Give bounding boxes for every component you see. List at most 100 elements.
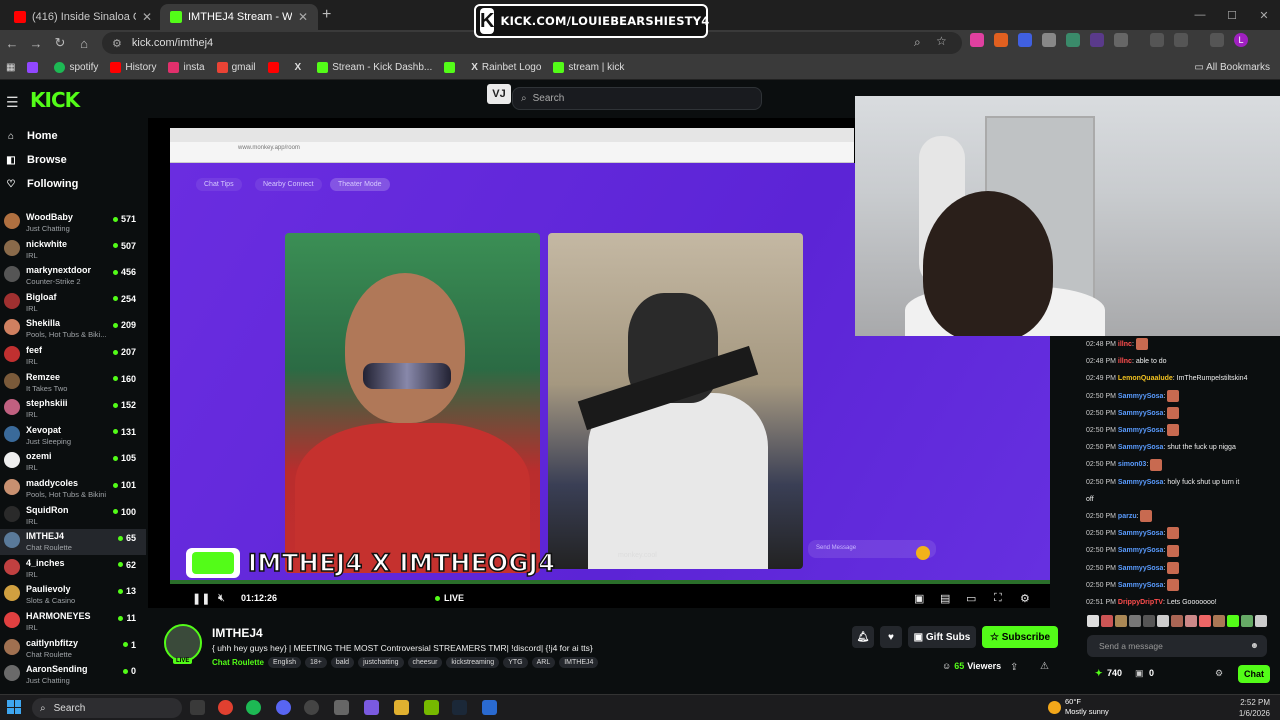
kick-logo[interactable]: KICK [30, 88, 80, 112]
chat-username[interactable]: SammyySosa [1118, 479, 1164, 486]
theater-icon[interactable]: ▭ [966, 592, 976, 605]
bookmark-x[interactable]: X [289, 62, 312, 73]
close-tab-icon[interactable]: ✕ [142, 10, 152, 24]
extension-icon[interactable] [1066, 33, 1080, 47]
sidebar-channel[interactable]: AaronSending Just Chatting 0 [0, 662, 146, 688]
stream-tag[interactable]: bald [330, 657, 355, 668]
bookmark-star-icon[interactable]: ☆ [936, 34, 947, 48]
close-tab-icon[interactable]: ✕ [298, 10, 308, 24]
reload-icon[interactable]: ↻ [48, 35, 72, 51]
taskbar-search[interactable]: ⌕ Search [32, 698, 182, 718]
bookmark-rainbet[interactable]: X Rainbet Logo [465, 62, 547, 73]
new-tab-button[interactable]: + [322, 6, 331, 24]
chat-username[interactable]: SammyySosa [1118, 582, 1164, 589]
bookmark-stream-kick[interactable]: stream | kick [547, 62, 630, 73]
stream-tag[interactable]: ARL [531, 657, 556, 668]
windows-start-icon[interactable] [7, 700, 21, 714]
sidebar-channel[interactable]: Paulievoly Slots & Casino 13 [0, 582, 146, 608]
chat-username[interactable]: SammyySosa [1118, 547, 1164, 554]
notification-bell-icon[interactable]: 🔔︎ [852, 626, 874, 648]
chat-username[interactable]: parzu [1118, 513, 1137, 520]
all-bookmarks-button[interactable]: ▭ All Bookmarks [1194, 62, 1270, 73]
chat-username[interactable]: DrippyDripTV [1118, 599, 1163, 606]
search-input[interactable]: ⌕ Search [512, 87, 762, 110]
bookmark-history[interactable]: History [104, 62, 162, 73]
sidebar-channel[interactable]: nickwhite IRL 507 [0, 237, 146, 263]
maximize-icon[interactable]: ☐ [1216, 0, 1248, 30]
emoji-icon[interactable]: ☻ [1250, 640, 1259, 650]
bookmark-youtube[interactable] [262, 62, 289, 73]
chat-username[interactable]: SammyySosa [1118, 530, 1164, 537]
subscribe-button[interactable]: ☆ Subscribe [982, 626, 1058, 648]
stream-category[interactable]: Chat Roulette [212, 658, 264, 667]
chat-username[interactable]: LemonQuaalude [1118, 375, 1173, 382]
send-chat-button[interactable]: Chat [1238, 665, 1270, 683]
chat-username[interactable]: SammyySosa [1118, 393, 1164, 400]
sidebar-channel[interactable]: caitlynbfitzy Chat Roulette 1 [0, 636, 146, 662]
progress-bar[interactable] [170, 580, 1050, 584]
tab-kick-stream[interactable]: IMTHEJ4 Stream - Watch Live o ✕ [160, 4, 318, 30]
extension-icon[interactable] [1090, 33, 1104, 47]
streamer-avatar[interactable] [164, 624, 202, 662]
sidebar-channel[interactable]: stephskiii IRL 152 [0, 396, 146, 422]
obs-icon[interactable] [304, 700, 319, 715]
clip-icon[interactable]: ▤ [940, 592, 950, 605]
bookmark-kick-dashboard[interactable]: Stream - Kick Dashb... [311, 62, 438, 73]
forward-icon[interactable]: → [24, 36, 48, 51]
follow-heart-icon[interactable]: ♥ [880, 626, 902, 648]
bookmark-kick[interactable] [438, 62, 465, 73]
stream-tag[interactable]: YTG [503, 657, 528, 668]
bookmark-item[interactable] [21, 62, 48, 73]
sidebar-item-following[interactable]: ♡ Following [5, 178, 79, 190]
close-window-icon[interactable]: ✕ [1248, 0, 1280, 30]
zoom-icon[interactable]: ⌕ [914, 35, 921, 50]
chrome-icon[interactable] [218, 700, 233, 715]
site-info-icon[interactable]: ⚙ [112, 37, 122, 50]
apps-icon[interactable]: ▦ [0, 62, 21, 73]
extension-icon[interactable] [994, 33, 1008, 47]
discord-icon[interactable] [276, 700, 291, 715]
sidebar-channel[interactable]: WoodBaby Just Chatting 571 [0, 210, 146, 236]
stream-tag[interactable]: 18+ [304, 657, 327, 668]
file-explorer-icon[interactable] [394, 700, 409, 715]
menu-icon[interactable] [1210, 33, 1224, 47]
stream-tag[interactable]: kickstreaming [446, 657, 500, 668]
app-icon[interactable] [364, 700, 379, 715]
settings-icon[interactable]: ⚙ [1020, 592, 1030, 605]
spotify-icon[interactable] [246, 700, 261, 715]
sidebar-channel[interactable]: SquidRon IRL 100 [0, 503, 146, 529]
sidebar-channel[interactable]: Bigloaf IRL 254 [0, 290, 146, 316]
sidebar-channel[interactable]: Remzee It Takes Two 160 [0, 370, 146, 396]
chat-username[interactable]: SammyySosa [1118, 427, 1164, 434]
hamburger-menu-icon[interactable]: ☰ [6, 94, 19, 111]
points-icon[interactable]: ✦ [1095, 668, 1103, 679]
download-icon[interactable] [1174, 33, 1188, 47]
stream-tag[interactable]: IMTHEJ4 [559, 657, 599, 668]
back-icon[interactable]: ← [0, 36, 24, 51]
sidebar-item-home[interactable]: ⌂ Home [5, 130, 58, 142]
tab-youtube[interactable]: (416) Inside Sinaloa Cartel: Me ✕ [4, 4, 162, 30]
extension-icon[interactable] [970, 33, 984, 47]
extension-icon[interactable] [1018, 33, 1032, 47]
share-icon[interactable]: ⇪ [1010, 662, 1018, 673]
fullscreen-icon[interactable]: ⛶ [994, 592, 1002, 605]
steam-icon[interactable] [452, 700, 467, 715]
chat-username[interactable]: simon03 [1118, 461, 1146, 468]
chat-username[interactable]: illnc [1118, 341, 1132, 348]
chat-username[interactable]: SammyySosa [1118, 444, 1164, 451]
sidebar-channel[interactable]: Shekilla Pools, Hot Tubs & Biki... 209 [0, 316, 146, 342]
sidebar-item-browse[interactable]: ◧ Browse [5, 154, 66, 166]
sidebar-channel[interactable]: maddycoles Pools, Hot Tubs & Bikinis 101 [0, 476, 146, 502]
minimize-icon[interactable]: — [1184, 0, 1216, 30]
stream-tag[interactable]: cheesur [407, 657, 443, 668]
nvidia-icon[interactable] [424, 700, 439, 715]
app-icon[interactable] [482, 700, 497, 715]
miniplayer-icon[interactable]: ▣ [914, 592, 924, 605]
bookmark-insta[interactable]: insta [162, 62, 210, 73]
report-icon[interactable]: ⚠ [1040, 661, 1049, 672]
sidebar-channel[interactable]: HARMONEYES IRL 11 [0, 609, 146, 635]
pause-icon[interactable]: ❚❚ [192, 592, 210, 605]
system-clock[interactable]: 2:52 PM 1/6/2026 [1239, 697, 1270, 719]
sidebar-channel[interactable]: Xevopat Just Sleeping 131 [0, 423, 146, 449]
home-browser-icon[interactable]: ⌂ [72, 36, 96, 51]
